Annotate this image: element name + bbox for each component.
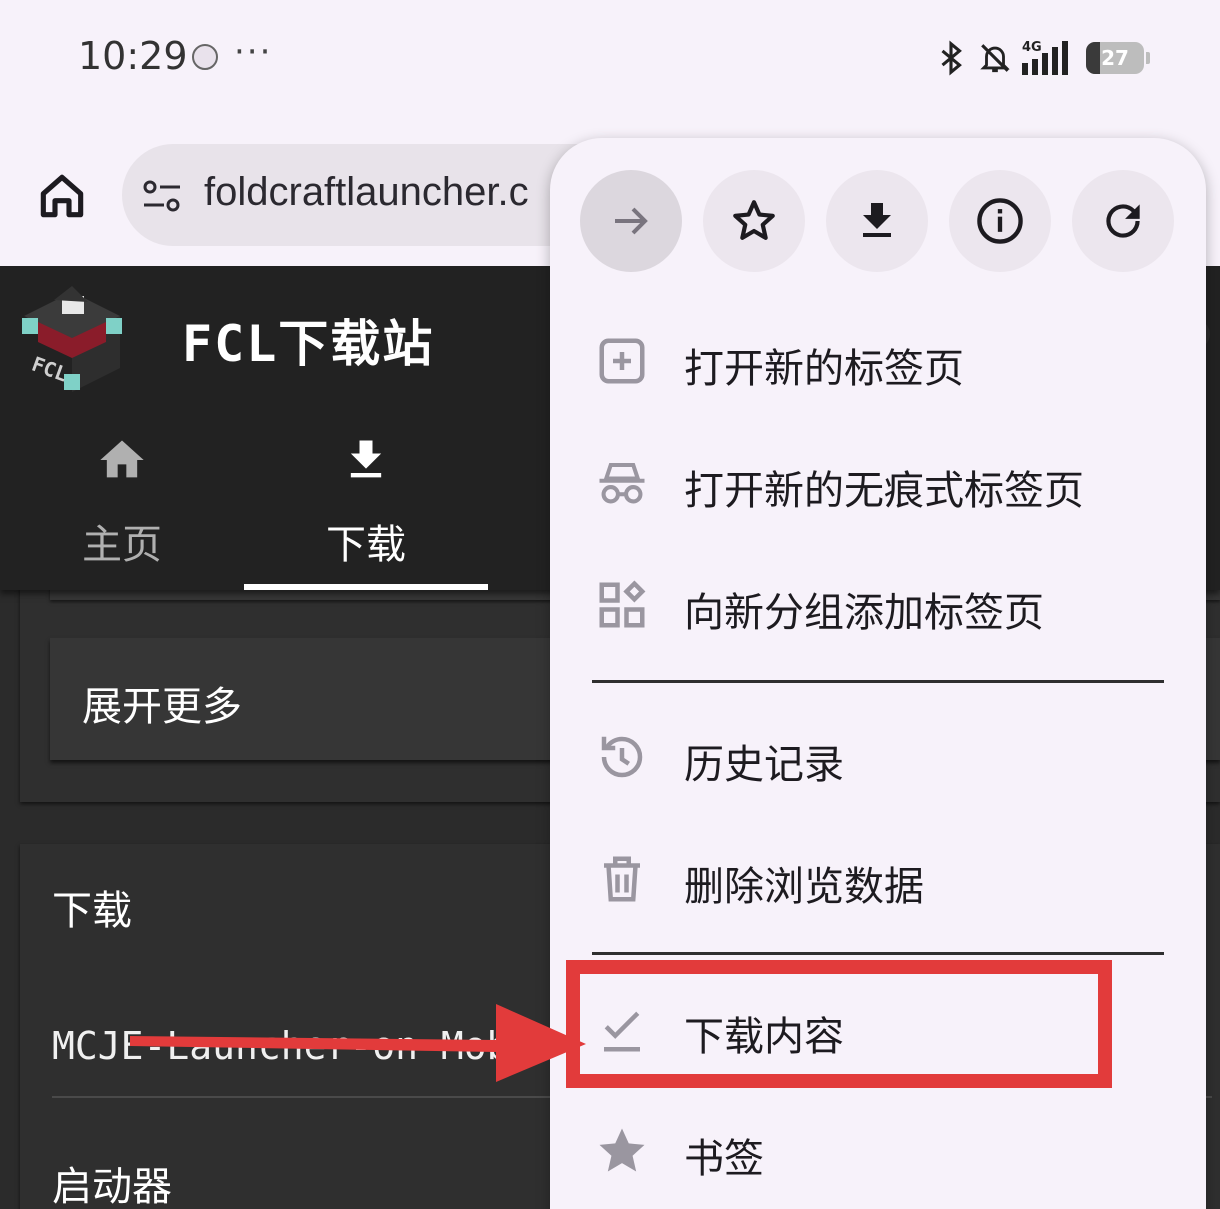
site-settings-icon[interactable]	[142, 178, 182, 214]
menu-item-history[interactable]: 历史记录	[550, 702, 1206, 812]
info-icon	[977, 198, 1023, 244]
trash-icon	[594, 851, 650, 907]
battery-icon: 27	[1086, 42, 1150, 74]
tab-home-label: 主页	[82, 522, 162, 568]
menu-item-label: 书签	[684, 1136, 764, 1182]
forward-button[interactable]	[580, 170, 682, 272]
bookmark-button[interactable]	[703, 170, 805, 272]
menu-item-incognito-tab[interactable]: 打开新的无痕式标签页	[550, 428, 1206, 538]
launcher-section-title: 启动器	[52, 1164, 172, 1209]
more-notifications-icon: ···	[234, 32, 273, 72]
menu-item-bookmarks[interactable]: 书签	[550, 1096, 1206, 1206]
annotation-highlight-box	[566, 960, 1112, 1088]
fcl-logo: FCL	[22, 286, 122, 392]
signal-4g-icon: 4G	[1022, 40, 1068, 75]
home-icon	[100, 440, 144, 478]
status-bar: 10:29 ··· 4G 27	[0, 0, 1220, 118]
menu-item-add-to-group[interactable]: 向新分组添加标签页	[550, 550, 1206, 660]
system-icons: 4G 27	[934, 38, 1150, 78]
home-button[interactable]	[34, 168, 90, 224]
star-outline-icon	[733, 200, 775, 240]
menu-divider	[592, 680, 1164, 683]
home-icon	[40, 174, 84, 218]
site-title: FCL下载站	[182, 315, 435, 373]
menu-item-label: 删除浏览数据	[684, 864, 924, 910]
download-section-title: 下载	[52, 888, 132, 934]
svg-text:4G: 4G	[1022, 40, 1042, 55]
history-icon	[594, 729, 650, 785]
menu-item-clear-data[interactable]: 删除浏览数据	[550, 824, 1206, 934]
battery-level: 27	[1101, 46, 1129, 70]
star-icon	[594, 1123, 650, 1179]
active-tab-indicator	[244, 584, 488, 590]
tab-group-icon	[594, 577, 650, 633]
status-time: 10:29	[78, 34, 188, 78]
menu-item-label: 打开新的无痕式标签页	[684, 468, 1084, 514]
new-tab-icon	[594, 333, 650, 389]
refresh-icon	[1106, 204, 1140, 238]
menu-divider	[592, 952, 1164, 955]
tab-download[interactable]: 下载	[244, 434, 488, 588]
annotation-arrow	[130, 1004, 586, 1082]
menu-item-label: 打开新的标签页	[684, 346, 964, 392]
tab-home[interactable]: 主页	[0, 434, 244, 588]
arrow-forward-icon	[615, 207, 648, 235]
notification-app-icon	[192, 44, 218, 70]
tab-download-label: 下载	[326, 522, 406, 568]
download-icon	[350, 440, 382, 478]
bell-muted-icon	[980, 44, 1010, 73]
url-text[interactable]: foldcraftlauncher.c	[204, 170, 529, 215]
expand-more-label: 展开更多	[82, 684, 242, 730]
download-page-button[interactable]	[826, 170, 928, 272]
menu-action-row	[580, 170, 1176, 272]
menu-item-label: 历史记录	[684, 742, 844, 788]
menu-item-new-tab[interactable]: 打开新的标签页	[550, 306, 1206, 416]
menu-item-label: 向新分组添加标签页	[684, 590, 1044, 636]
bluetooth-icon	[941, 40, 962, 76]
download-icon	[863, 203, 891, 237]
incognito-icon	[594, 455, 650, 511]
page-info-button[interactable]	[949, 170, 1051, 272]
reload-button[interactable]	[1072, 170, 1174, 272]
